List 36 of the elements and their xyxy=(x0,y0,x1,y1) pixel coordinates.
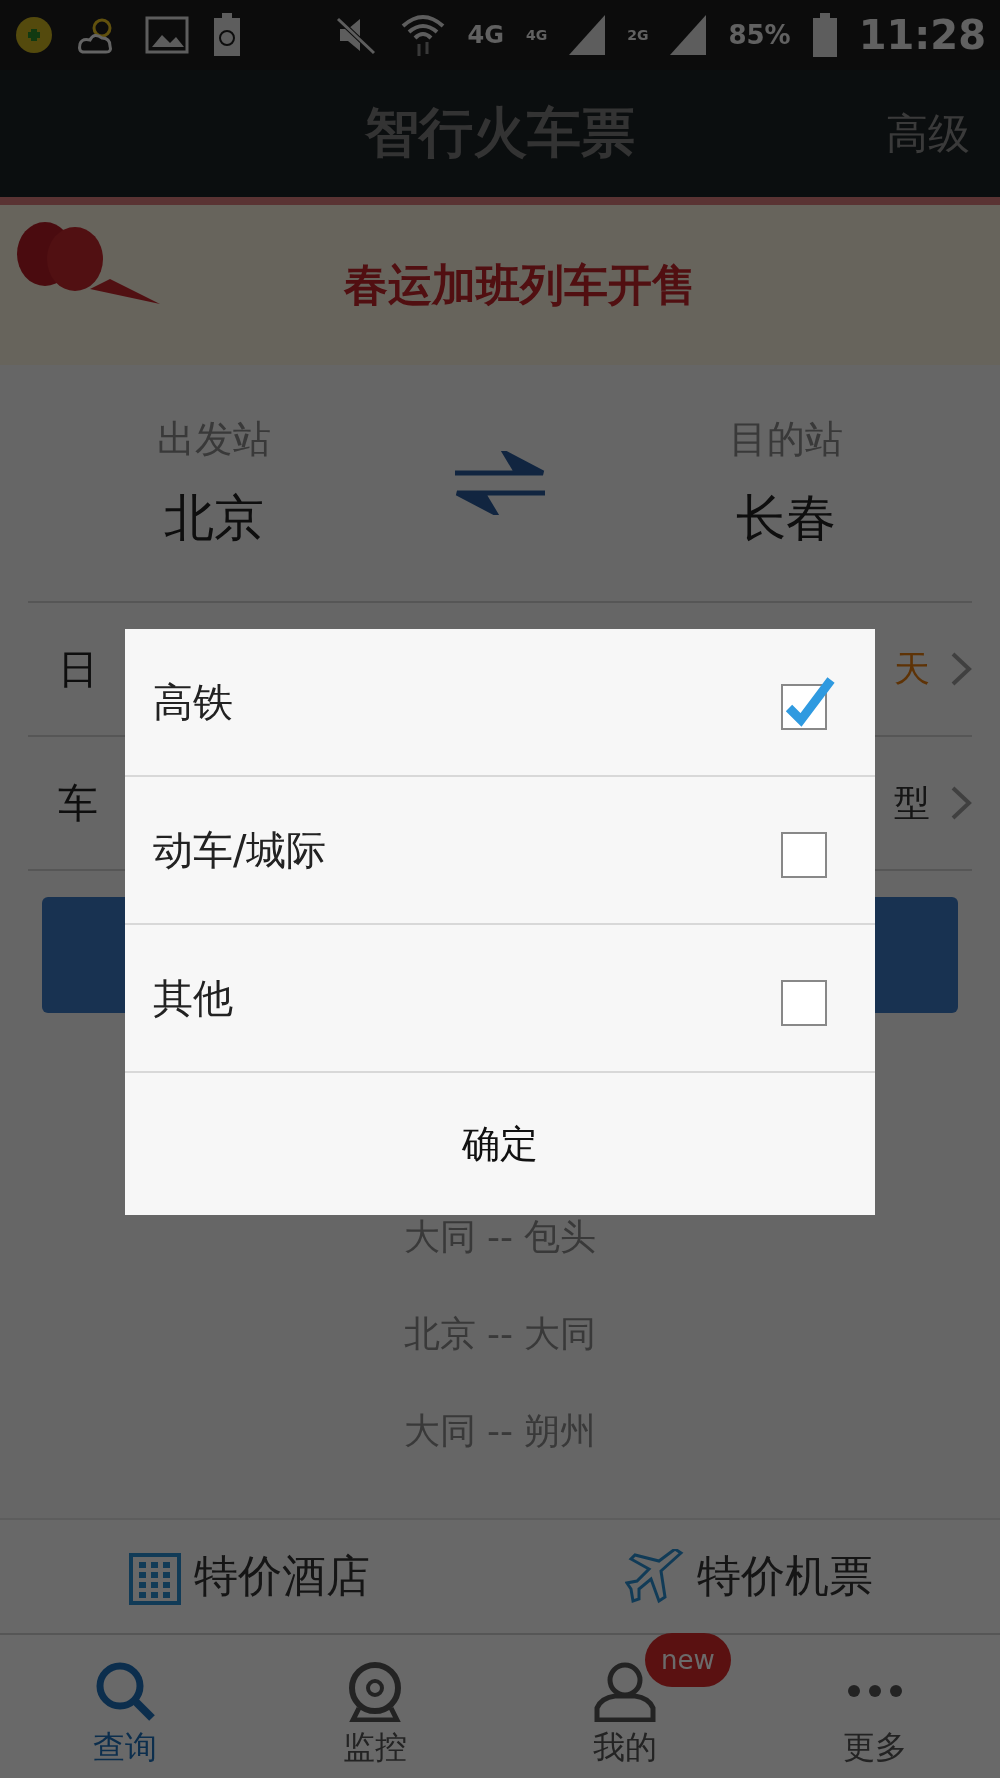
checkbox[interactable] xyxy=(781,674,835,730)
camera-icon xyxy=(347,1660,403,1722)
signal-icon xyxy=(670,15,707,55)
option-label: 高铁 xyxy=(153,677,233,727)
airplane-icon xyxy=(624,1548,685,1605)
more-icon xyxy=(848,1685,902,1697)
option-value[interactable]: 型 xyxy=(894,778,930,828)
chevron-icon xyxy=(950,785,972,821)
new-badge: new xyxy=(645,1633,731,1687)
sim-network-type: 2G xyxy=(627,27,649,43)
arrival-station[interactable]: 长春 xyxy=(736,485,837,552)
sim-network-type: 4G xyxy=(525,27,548,43)
chevron-icon xyxy=(950,651,972,687)
promo-link[interactable]: 特价酒店 xyxy=(193,1547,370,1606)
banner-text[interactable]: 春运加班列车开售 xyxy=(304,255,696,315)
search-icon xyxy=(94,1660,156,1722)
wifi-icon xyxy=(399,12,446,58)
network-type: 4G xyxy=(467,21,504,49)
swap-icon[interactable] xyxy=(455,451,545,515)
signal-icon xyxy=(569,15,606,55)
option-label: 日 xyxy=(58,644,98,694)
option-label: 车 xyxy=(58,778,98,828)
option-label: 其他 xyxy=(153,973,233,1023)
nav-tab[interactable]: 监控 xyxy=(250,1635,500,1778)
option-value[interactable]: 天 xyxy=(894,644,930,694)
promo-link[interactable]: 特价机票 xyxy=(696,1547,873,1606)
clock-time: 11:28 xyxy=(858,12,986,58)
battery-percent: 85% xyxy=(728,20,791,50)
option-label: 动车/城际 xyxy=(153,825,327,875)
person-icon xyxy=(593,1660,657,1722)
nav-tab[interactable]: 我的 new xyxy=(500,1635,750,1778)
battery-icon xyxy=(812,13,837,57)
image-icon xyxy=(144,15,190,55)
nav-tab[interactable]: 更多 xyxy=(750,1635,1000,1778)
nav-tab[interactable]: 查询 xyxy=(0,1635,250,1778)
departure-station[interactable]: 北京 xyxy=(163,485,264,552)
